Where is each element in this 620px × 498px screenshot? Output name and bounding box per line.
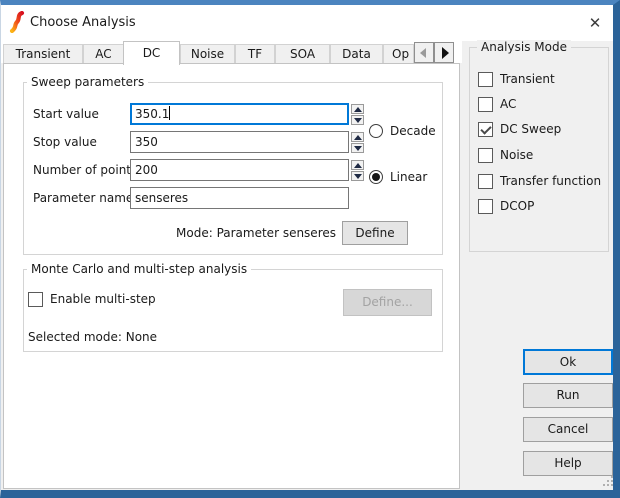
- parameter-name-label: Parameter name: [33, 187, 133, 209]
- analysis-mode-group-title: Analysis Mode: [477, 40, 571, 54]
- arrow-left-icon: [420, 48, 426, 58]
- analysis-mode-ac-label[interactable]: AC: [500, 97, 516, 112]
- analysis-mode-noise-label[interactable]: Noise: [500, 148, 533, 163]
- app-logo-icon: [9, 11, 25, 33]
- enable-multi-step-checkbox[interactable]: [28, 292, 43, 307]
- run-button[interactable]: Run: [523, 383, 613, 408]
- number-of-points-input[interactable]: 200: [130, 159, 349, 181]
- arrow-right-icon: [442, 47, 449, 59]
- ok-button[interactable]: Ok: [523, 349, 613, 375]
- start-value-label: Start value: [33, 103, 99, 125]
- dialog-title: Choose Analysis: [30, 5, 136, 41]
- start-value-spinner: [351, 104, 364, 125]
- tab-scroll-left-button[interactable]: [414, 42, 434, 63]
- tab-tf[interactable]: TF: [235, 44, 275, 64]
- start-value-input[interactable]: 350.1: [130, 103, 349, 125]
- stop-value-input[interactable]: 350: [130, 131, 349, 153]
- spin-up-icon[interactable]: [351, 132, 364, 142]
- spin-down-icon[interactable]: [351, 171, 364, 181]
- choose-analysis-dialog: Choose Analysis ✕ Transient AC DC Noise …: [0, 0, 620, 498]
- number-of-points-label: Number of points: [33, 159, 137, 181]
- enable-multi-step-label[interactable]: Enable multi-step: [50, 292, 156, 307]
- tab-op-clipped[interactable]: Op: [383, 44, 414, 64]
- analysis-mode-dcop-checkbox[interactable]: [478, 199, 493, 214]
- analysis-mode-ac-checkbox[interactable]: [478, 97, 493, 112]
- analysis-mode-transient-label[interactable]: Transient: [500, 72, 555, 87]
- text-caret: [169, 106, 170, 120]
- close-icon[interactable]: ✕: [581, 9, 609, 37]
- tab-data[interactable]: Data: [330, 44, 383, 64]
- number-of-points-spinner: [351, 160, 364, 181]
- spin-down-icon[interactable]: [351, 115, 364, 125]
- tab-ac[interactable]: AC: [83, 44, 124, 64]
- decade-radio-label[interactable]: Decade: [390, 124, 436, 138]
- decade-radio[interactable]: [369, 124, 383, 138]
- linear-radio[interactable]: [369, 170, 383, 184]
- tab-noise[interactable]: Noise: [180, 44, 235, 64]
- linear-radio-label[interactable]: Linear: [390, 170, 427, 184]
- parameter-name-input[interactable]: senseres: [130, 187, 349, 209]
- sweep-mode-text: Mode: Parameter senseres: [141, 221, 336, 245]
- analysis-mode-dc-sweep-label[interactable]: DC Sweep: [500, 122, 561, 137]
- sweep-define-button[interactable]: Define: [342, 221, 408, 245]
- help-button[interactable]: Help: [523, 451, 613, 476]
- tab-dc[interactable]: DC: [123, 41, 180, 65]
- analysis-mode-dcop-label[interactable]: DCOP: [500, 199, 534, 214]
- tab-soa[interactable]: SOA: [275, 44, 330, 64]
- title-bar: Choose Analysis ✕: [1, 5, 613, 41]
- spin-up-icon[interactable]: [351, 160, 364, 170]
- analysis-mode-dc-sweep-checkbox[interactable]: [478, 122, 493, 137]
- selected-mode-text: Selected mode: None: [28, 330, 157, 344]
- stop-value-label: Stop value: [33, 131, 97, 153]
- analysis-mode-transient-checkbox[interactable]: [478, 72, 493, 87]
- analysis-mode-transfer-function-label[interactable]: Transfer function: [500, 174, 601, 189]
- tab-transient[interactable]: Transient: [3, 44, 83, 64]
- multi-step-define-button: Define...: [343, 289, 432, 316]
- resize-grip-icon[interactable]: [602, 476, 613, 487]
- analysis-mode-noise-checkbox[interactable]: [478, 148, 493, 163]
- spin-down-icon[interactable]: [351, 143, 364, 153]
- sweep-parameters-group-title: Sweep parameters: [27, 75, 148, 89]
- monte-carlo-group-title: Monte Carlo and multi-step analysis: [27, 262, 251, 276]
- analysis-mode-transfer-function-checkbox[interactable]: [478, 174, 493, 189]
- spin-up-icon[interactable]: [351, 104, 364, 114]
- stop-value-spinner: [351, 132, 364, 153]
- tab-scroll-right-button[interactable]: [434, 42, 454, 63]
- cancel-button[interactable]: Cancel: [523, 417, 613, 442]
